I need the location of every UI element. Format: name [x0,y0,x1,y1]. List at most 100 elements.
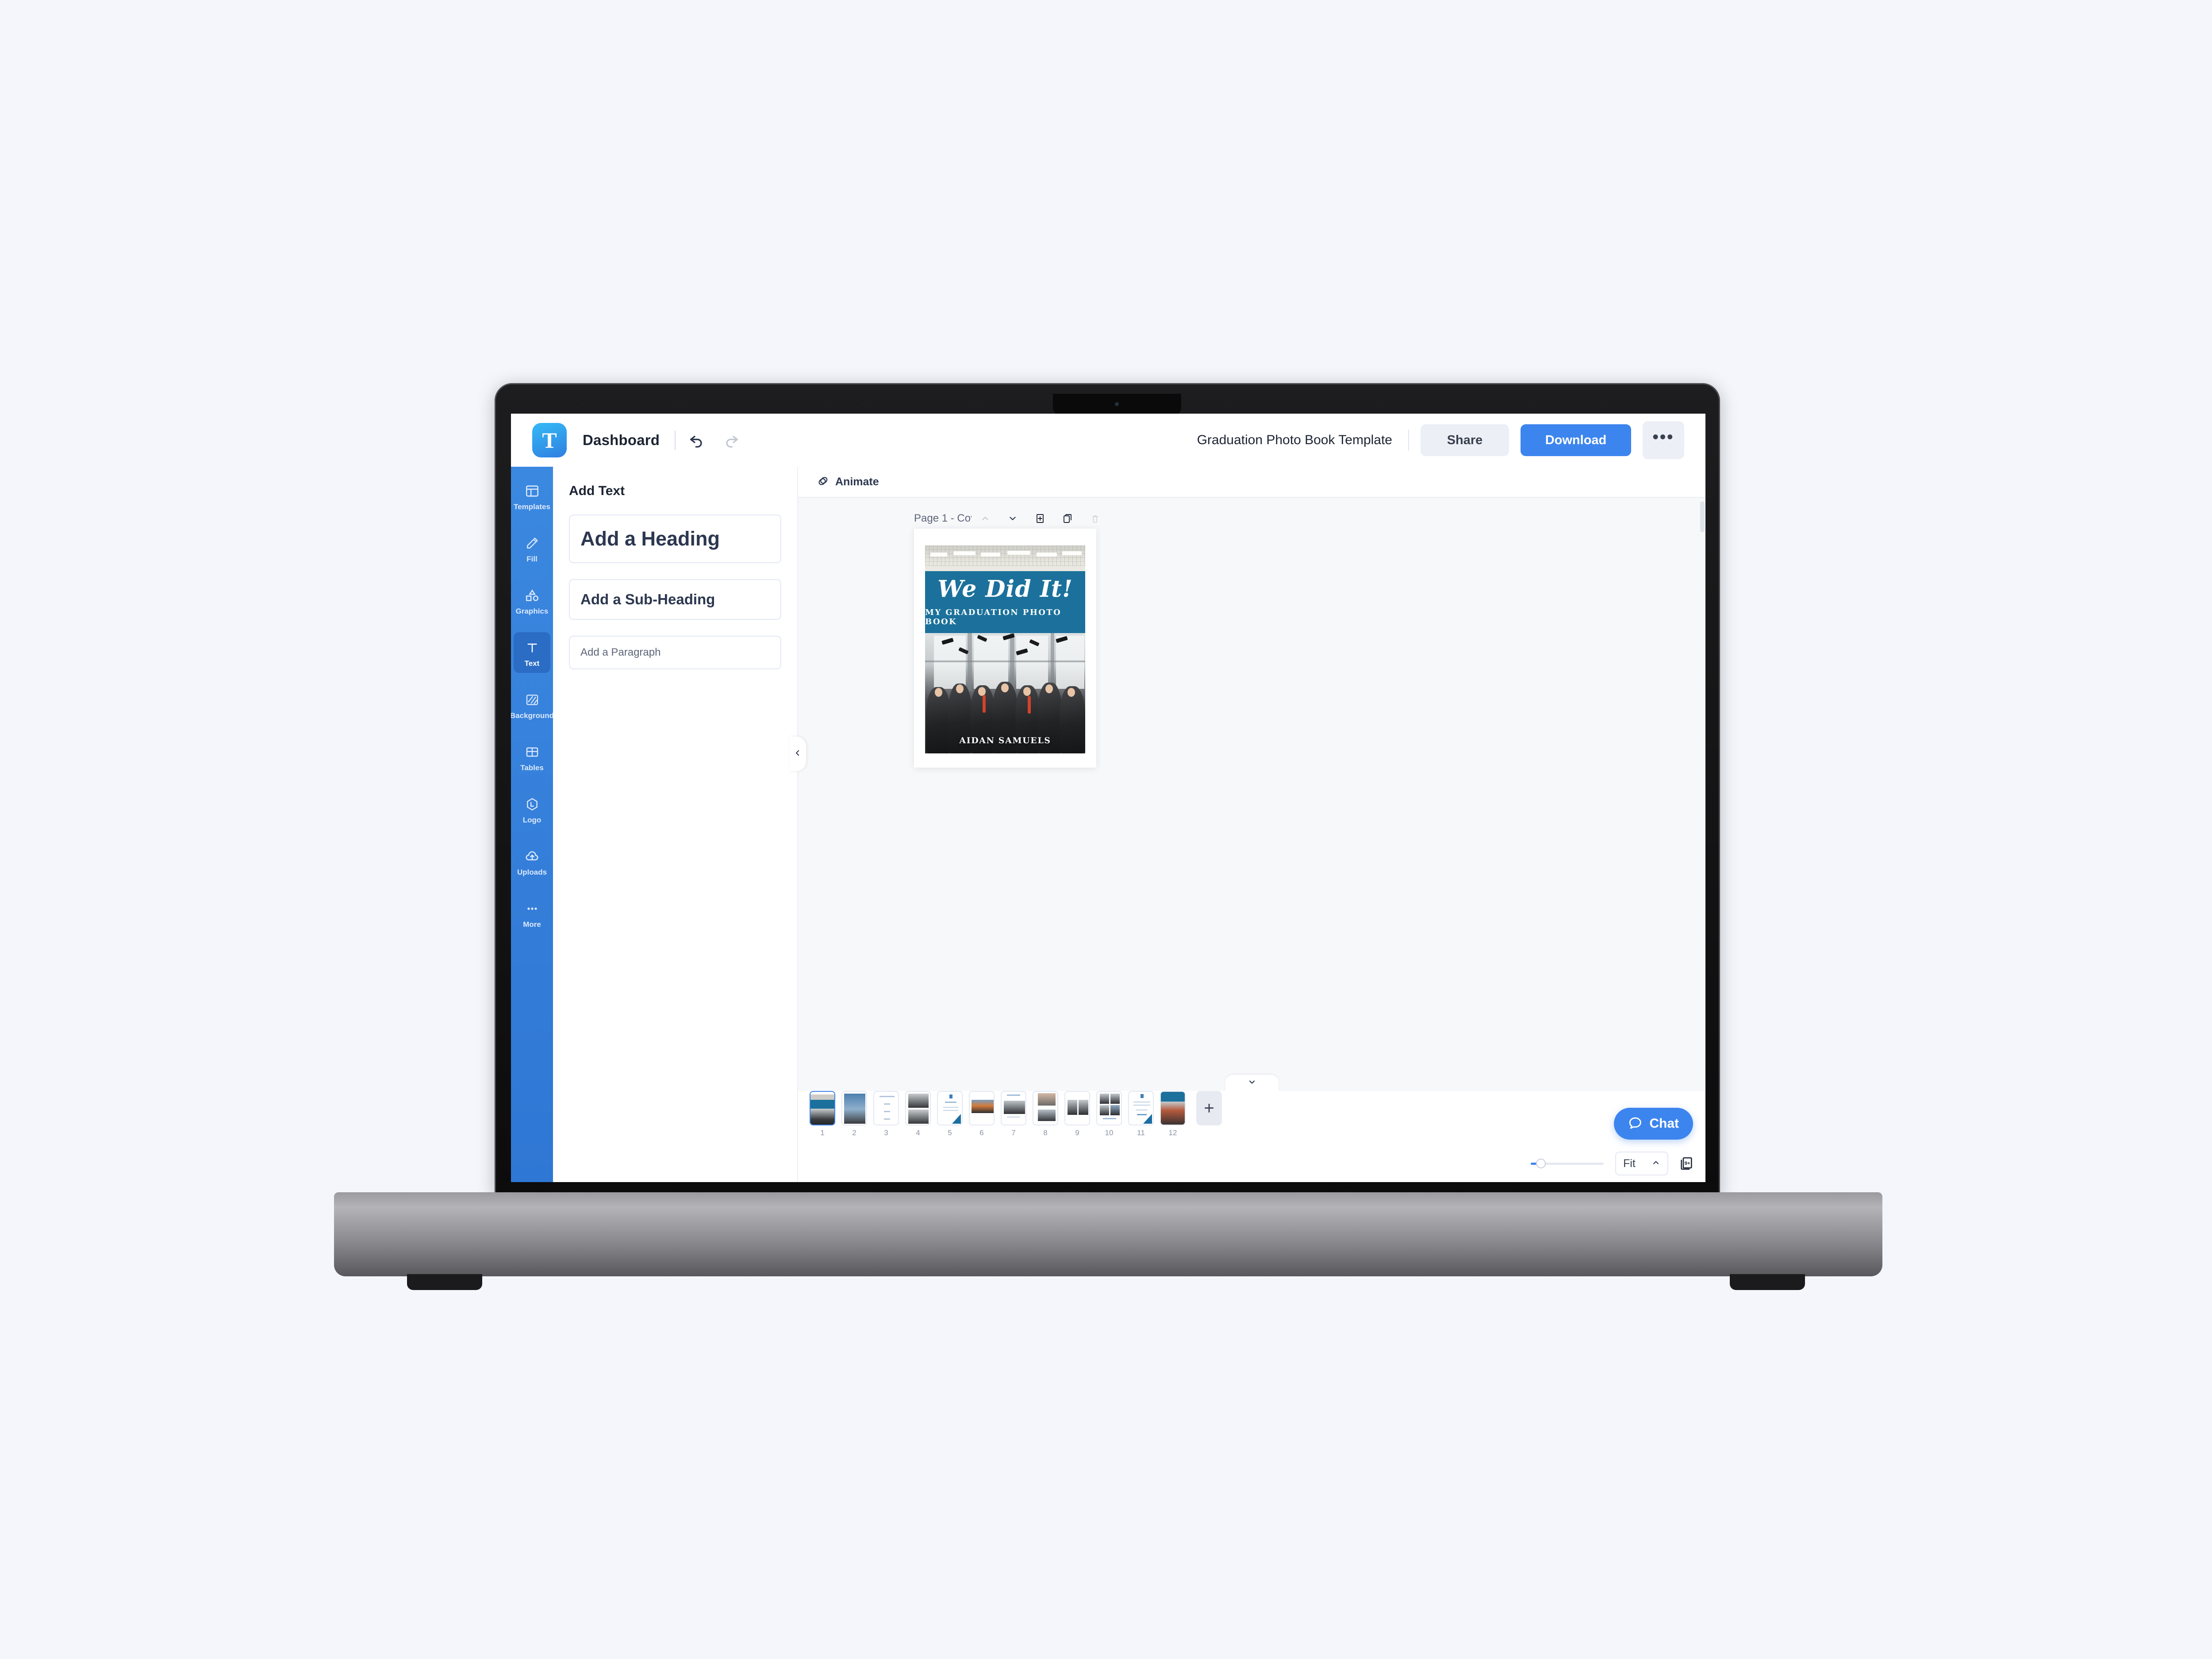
panel-title: Add Text [569,484,625,498]
page-content: We Did It! MY GRADUATION PHOTO BOOK AIDA… [925,537,1085,753]
sidebar-label: Background [511,711,554,720]
document-title[interactable]: Graduation Photo Book Template [1197,433,1392,448]
thumbnail-preview [873,1091,899,1125]
download-button[interactable]: Download [1521,424,1631,456]
dashboard-link[interactable]: Dashboard [583,432,660,449]
thumbnail-number: 11 [1137,1129,1145,1137]
delete-page-button[interactable] [1081,507,1109,530]
redo-icon[interactable] [718,427,745,453]
sidebar-label: Tables [520,764,544,772]
zoom-slider[interactable] [1531,1158,1604,1168]
sidebar-label: Graphics [515,607,549,615]
thumbnail-preview [937,1091,963,1125]
add-heading-button[interactable]: Add a Heading [569,515,781,563]
thumbnail-number: 1 [820,1129,825,1137]
thumbnail-number: 2 [852,1129,856,1137]
thumbnail-page-4[interactable]: 4 [905,1091,931,1137]
sidebar-item-background[interactable]: Background [511,684,554,725]
sidebar-item-more[interactable]: More [514,893,550,934]
add-page-thumbnail-button[interactable]: + [1196,1091,1222,1125]
pages-grid-button[interactable]: 9+ [1679,1156,1694,1171]
zoom-level-select[interactable]: Fit [1615,1152,1668,1175]
webcam-icon [1115,402,1119,406]
cloud-upload-icon [524,847,540,866]
thumbnail-number: 9 [1075,1129,1079,1137]
ceiling-light [981,553,1000,557]
ceiling-light [1007,551,1030,555]
design-canvas[interactable]: We Did It! MY GRADUATION PHOTO BOOK AIDA… [914,529,1096,768]
thumbnail-number: 10 [1105,1129,1114,1137]
sidebar-label: Logo [522,816,541,824]
thumbnail-preview [905,1091,931,1125]
thumbnail-number: 12 [1168,1129,1177,1137]
sidebar-label: Fill [526,555,538,563]
prev-page-button[interactable] [972,507,999,530]
text-t-icon [525,638,539,657]
table-icon [525,742,539,762]
share-button[interactable]: Share [1421,424,1509,456]
sidebar-item-templates[interactable]: Templates [514,476,550,516]
animate-button[interactable]: Animate [817,474,879,490]
chat-button[interactable]: Chat [1614,1108,1693,1140]
laptop-screen: T Dashboard Graduation Photo Book Templa… [511,414,1705,1182]
header-divider [675,430,676,450]
ceiling-grid [925,545,1085,566]
thumbnail-number: 8 [1043,1129,1048,1137]
chevron-left-icon [794,749,802,759]
sidebar-item-text[interactable]: Text [514,632,550,673]
thumbnail-page-10[interactable]: 10 [1096,1091,1122,1137]
add-paragraph-button[interactable]: Add a Paragraph [569,636,781,669]
logo-hex-icon [525,795,540,814]
thumbnails-toggle[interactable] [1225,1075,1279,1091]
app-body: Templates Fill Graphics Text Background … [511,467,1705,1182]
undo-icon[interactable] [684,427,710,453]
add-text-panel: Add Text Add a Heading Add a Sub-Heading… [553,467,798,1182]
ceiling-light [1037,553,1057,557]
add-page-button[interactable] [1026,507,1054,530]
animate-icon [817,474,830,490]
graduates-photo: AIDAN SAMUELS [925,633,1085,753]
sidebar-label: Templates [514,503,550,511]
laptop-foot-left [407,1274,482,1290]
sidebar-label: Uploads [517,868,547,876]
thumbnail-page-2[interactable]: 2 [841,1091,867,1137]
thumbnail-page-6[interactable]: 6 [969,1091,995,1137]
thumbnail-page-8[interactable]: 8 [1033,1091,1058,1137]
thumbnail-preview [1128,1091,1154,1125]
header-divider-2 [1408,430,1409,451]
sidebar-item-graphics[interactable]: Graphics [514,580,550,621]
thumbnail-page-5[interactable]: 5 [937,1091,963,1137]
scene: T Dashboard Graduation Photo Book Templa… [0,0,2212,1659]
thumbnail-page-1[interactable]: 1 [810,1091,835,1137]
duplicate-page-button[interactable] [1054,507,1081,530]
thumbnail-number: 4 [916,1129,920,1137]
thumbnail-page-3[interactable]: 3 [873,1091,899,1137]
next-page-button[interactable] [999,507,1026,530]
ceiling-light [953,551,975,555]
sidebar-item-fill[interactable]: Fill [514,528,550,568]
thumbnail-page-12[interactable]: 12 [1160,1091,1186,1137]
sidebar-item-tables[interactable]: Tables [514,737,550,777]
collapse-panel-handle[interactable] [789,737,806,771]
thumbnail-page-9[interactable]: 9 [1064,1091,1090,1137]
sidebar-item-uploads[interactable]: Uploads [514,841,550,882]
app-logo[interactable]: T [532,423,567,457]
canvas-scrollbar[interactable] [1700,501,1705,532]
more-options-button[interactable]: ••• [1643,421,1684,459]
title-banner[interactable]: We Did It! MY GRADUATION PHOTO BOOK [925,571,1085,633]
zoom-handle[interactable] [1536,1158,1546,1168]
banner-subheading: MY GRADUATION PHOTO BOOK [925,608,1062,626]
zoom-level-value: Fit [1623,1157,1636,1170]
canvas-toolbar: Animate [798,467,1705,498]
add-subheading-button[interactable]: Add a Sub-Heading [569,579,781,620]
ceiling-light [1062,551,1082,555]
thumbnail-page-7[interactable]: 7 [1001,1091,1026,1137]
ellipsis-icon [525,899,539,918]
sidebar-item-logo[interactable]: Logo [514,789,550,830]
zoom-track[interactable] [1531,1158,1604,1168]
sidebar-label: More [523,920,541,929]
background-icon [525,690,539,710]
thumbnail-preview [841,1091,867,1125]
thumbnail-page-11[interactable]: 11 [1128,1091,1154,1137]
thumbnail-number: 3 [884,1129,888,1137]
